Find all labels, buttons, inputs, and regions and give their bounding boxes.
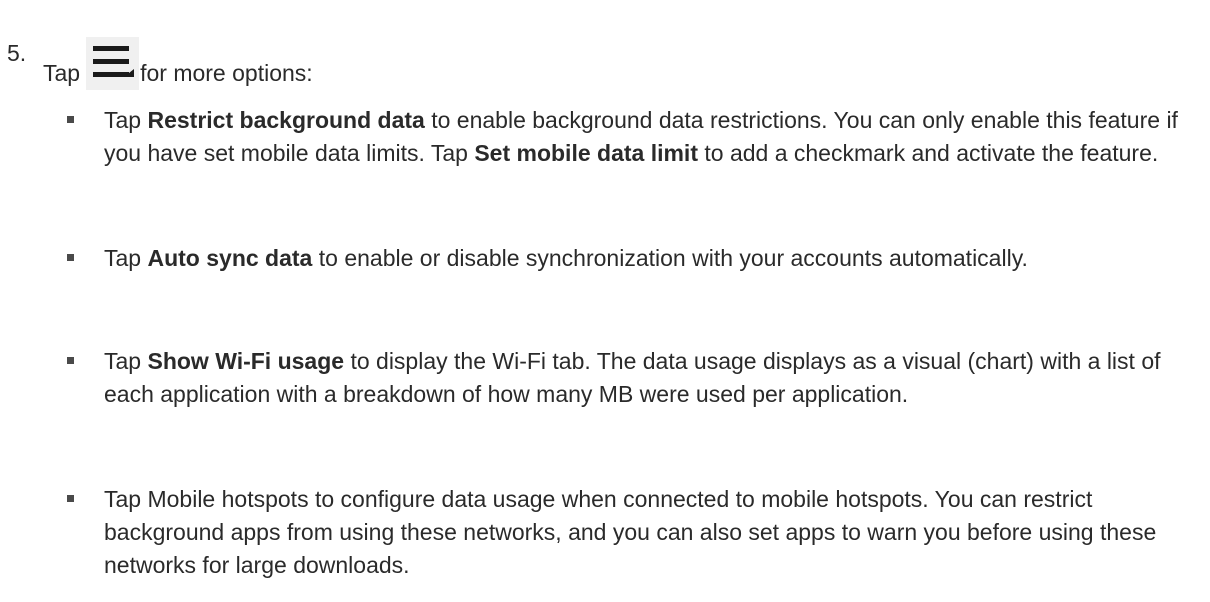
step-number: 5. — [7, 40, 27, 66]
list-item-text: Tap Show Wi-Fi usage to display the Wi-F… — [104, 345, 1199, 411]
text-segment: to add a checkmark and activate the feat… — [697, 140, 1159, 166]
step-instruction: Tap for more options: — [43, 37, 313, 90]
option-name-auto-sync-data: Auto sync data — [147, 245, 313, 271]
option-name-show-wifi-usage: Show Wi-Fi usage — [147, 348, 345, 374]
text-segment: to enable or disable synchronization wit… — [312, 245, 1028, 271]
step-5: 5. Tap for more options: — [0, 0, 1210, 100]
bullet-marker — [67, 254, 74, 261]
text-segment: Tap — [104, 245, 148, 271]
bullet-marker — [67, 357, 74, 364]
list-item-text: Tap Restrict background data to enable b… — [104, 104, 1199, 170]
text-segment: Tap — [104, 348, 148, 374]
bullet-marker — [67, 116, 74, 123]
step-text-before: Tap — [43, 60, 81, 86]
bullet-marker — [67, 495, 74, 502]
list-item-text: Tap Auto sync data to enable or disable … — [104, 242, 1199, 275]
option-name-restrict-background-data: Restrict background data — [147, 107, 425, 133]
step-text-after: for more options: — [140, 60, 313, 86]
list-item-text: Tap Mobile hotspots to configure data us… — [104, 486, 1157, 578]
text-segment: Tap — [104, 107, 148, 133]
menu-icon — [86, 37, 140, 90]
option-name-set-mobile-data-limit: Set mobile data limit — [474, 140, 698, 166]
